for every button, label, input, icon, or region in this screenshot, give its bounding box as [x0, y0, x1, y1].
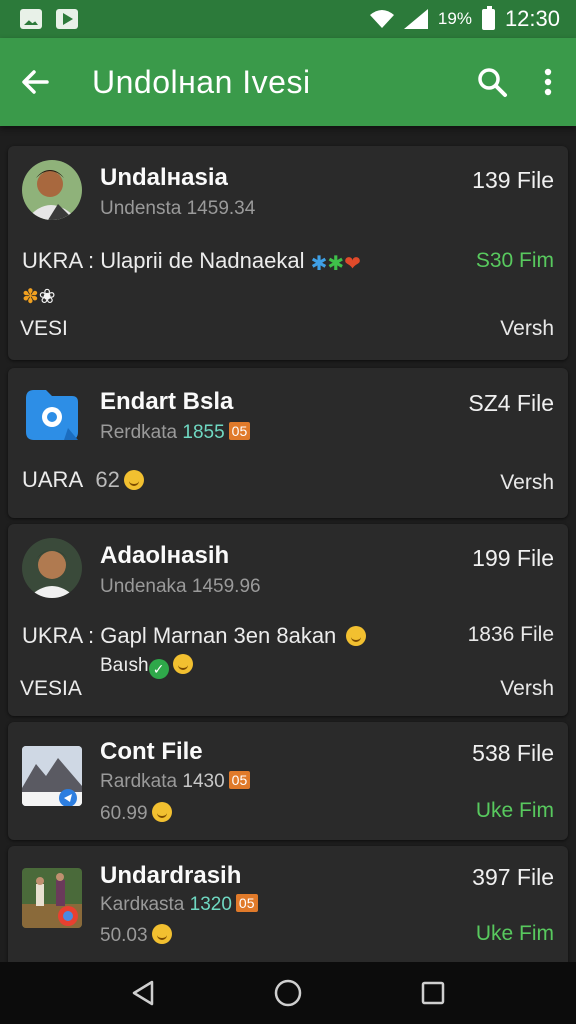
clock: 12:30: [504, 6, 560, 31]
system-navigation-bar: [0, 962, 576, 1024]
file-count: SZ4 File: [468, 390, 554, 416]
app-bar: Undolнan Ivesi: [0, 38, 576, 126]
status-bar: 19% 12:30: [0, 0, 576, 38]
nav-home-button[interactable]: [258, 963, 318, 1023]
item-description: UKRA : Gapl Marnan 3en 8akan: [22, 623, 367, 649]
item-status-link[interactable]: Uke Fim: [476, 799, 554, 823]
badge: 05: [228, 422, 251, 440]
item-name: Endart Bsla: [100, 388, 234, 415]
nav-recents-button[interactable]: [403, 963, 463, 1023]
smiley-emoji-icon: [172, 654, 193, 674]
item-status: S30 Fim: [475, 249, 554, 272]
item-description-line2: Baısh ✓: [100, 654, 193, 679]
item-size: 60.99: [100, 802, 172, 825]
clover-emoji-icon: ✱: [327, 253, 345, 275]
item-tag: VESIA: [20, 677, 82, 700]
play-store-notification-icon: [56, 9, 78, 29]
list-item[interactable]: Adaolнasih Undenaka 1459.96 199 File UKR…: [8, 524, 568, 716]
item-subtitle: Rardkata 1430 05: [100, 771, 251, 793]
item-subtitle: Rerdkata 1855 05: [100, 422, 251, 444]
item-subtitle: Kardкasta 1320 05: [100, 894, 258, 916]
more-vertical-icon: [544, 68, 552, 96]
list-item[interactable]: Cont File Rardkata 1430 05 538 File 60.99…: [8, 722, 568, 840]
list-item[interactable]: Undardrasih Kardкasta 1320 05 397 File 50…: [8, 846, 568, 964]
file-count: 199 File: [472, 545, 554, 571]
avatar: [22, 160, 82, 220]
list-item[interactable]: Undalнasia Undensta 1459.34 139 File UKR…: [8, 146, 568, 360]
bird-emoji-icon: ❤: [344, 253, 361, 275]
item-name: Undardrasih: [100, 862, 242, 889]
page-title: Undolнan Ivesi: [92, 63, 311, 100]
daisy-emoji-icon: ❀: [38, 286, 56, 308]
file-thumbnail: [22, 868, 82, 928]
battery-icon: [481, 5, 495, 30]
battery-percent: 19%: [437, 9, 472, 28]
file-thumbnail: [22, 746, 82, 806]
list-item[interactable]: Endart Bsla Rerdkata 1855 05 SZ4 File UAR…: [8, 368, 568, 518]
search-icon: [478, 68, 507, 97]
item-tag: VESI: [20, 317, 68, 340]
version-link[interactable]: Versh: [500, 471, 554, 495]
file-count: 139 File: [472, 167, 554, 193]
check-emoji-icon: ✓: [148, 659, 169, 679]
circle-home-icon: [274, 979, 302, 1007]
nav-back-button[interactable]: [113, 963, 173, 1023]
smiley-emoji-icon: [123, 470, 144, 490]
item-subtitle: Undenaka 1459.96: [100, 576, 261, 597]
triangle-back-icon: [132, 980, 153, 1006]
badge: 05: [235, 894, 258, 912]
badge: 05: [228, 771, 251, 789]
file-count: 397 File: [472, 864, 554, 890]
item-status-link[interactable]: Uke Fim: [476, 922, 554, 946]
item-name: Cont File: [100, 738, 203, 765]
signal-icon: [403, 9, 428, 29]
square-recents-icon: [422, 981, 445, 1005]
item-size: 50.03: [100, 924, 172, 947]
file-count: 538 File: [472, 740, 554, 766]
blossom-emoji-icon: ✽: [22, 286, 39, 308]
version-link[interactable]: Versh: [500, 317, 554, 341]
search-button[interactable]: [464, 38, 520, 126]
item-secondary-count: 1836 File: [467, 623, 554, 646]
item-name: Adaolнasih: [100, 542, 230, 569]
back-arrow-icon: [22, 70, 49, 94]
file-thumbnail: [22, 384, 82, 444]
smiley-emoji-icon: [346, 626, 367, 646]
overflow-menu-button[interactable]: [520, 38, 576, 126]
back-button[interactable]: [0, 38, 70, 126]
wifi-icon: [369, 10, 394, 28]
item-subtitle: Undensta 1459.34: [100, 198, 256, 219]
sparkle-emoji-icon: ✱: [310, 253, 328, 275]
item-description-emojis: ✽❀: [22, 281, 56, 309]
item-description: UKRA : Ulaprii de Nadnaekal ✱✱❤: [22, 248, 361, 276]
gallery-notification-icon: [20, 9, 42, 29]
item-description: UARA 62: [22, 467, 144, 493]
item-name: Undalнasia: [100, 164, 228, 191]
smiley-emoji-icon: [151, 924, 172, 944]
avatar: [22, 538, 82, 598]
smiley-emoji-icon: [151, 802, 172, 822]
version-link[interactable]: Versh: [500, 677, 554, 701]
description-text: UKRA : Ulaprii de Nadnaekal: [22, 248, 305, 273]
